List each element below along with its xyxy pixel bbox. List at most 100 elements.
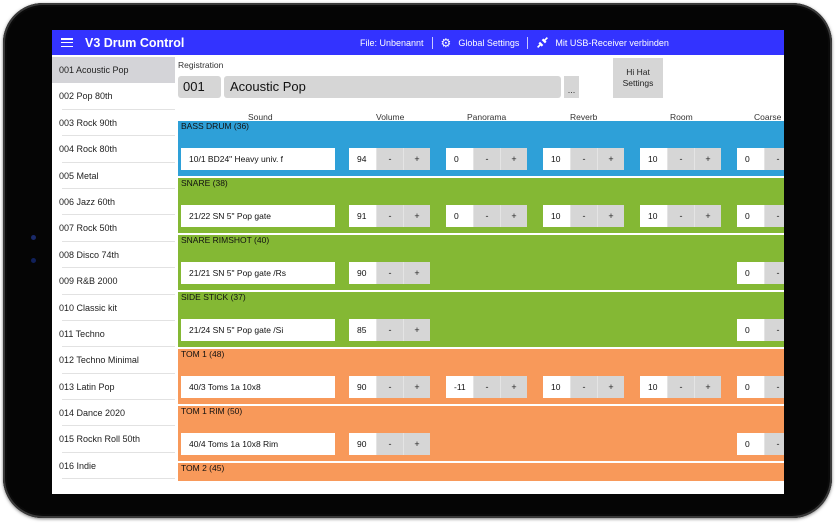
coarse-decrement-button[interactable]: - — [764, 376, 784, 398]
panorama-decrement-button[interactable]: - — [473, 205, 500, 227]
coarse-decrement-button[interactable]: - — [764, 319, 784, 341]
reverb-increment-button[interactable]: + — [597, 376, 624, 398]
volume-value-field[interactable]: 94 — [349, 148, 376, 170]
preset-item[interactable]: 011 Techno — [52, 321, 175, 348]
volume-decrement-button[interactable]: - — [376, 319, 403, 341]
volume-decrement-button[interactable]: - — [376, 205, 403, 227]
panorama-increment-button[interactable]: + — [500, 205, 527, 227]
reverb-value-field[interactable]: 10 — [543, 148, 570, 170]
volume-decrement-button[interactable]: - — [376, 262, 403, 284]
instrument-label: SIDE STICK (37) — [181, 292, 246, 302]
hamburger-menu-icon[interactable] — [61, 38, 73, 47]
volume-increment-button[interactable]: + — [403, 148, 430, 170]
instrument-row: SIDE STICK (37) 21/24 SN 5" Pop gate /Si 8… — [178, 292, 784, 347]
volume-value-field[interactable]: 90 — [349, 433, 376, 455]
preset-item[interactable]: 014 Dance 2020 — [52, 400, 175, 427]
reverb-increment-button[interactable]: + — [597, 148, 624, 170]
more-button[interactable]: ... — [564, 76, 579, 98]
sound-field[interactable]: 21/22 SN 5" Pop gate — [181, 205, 335, 227]
coarse-value-field[interactable]: 0 — [737, 319, 764, 341]
volume-increment-button[interactable]: + — [403, 205, 430, 227]
instrument-row: BASS DRUM (36) 10/1 BD24" Heavy univ. f 94… — [178, 121, 784, 176]
volume-increment-button[interactable]: + — [403, 319, 430, 341]
coarse-decrement-button[interactable]: - — [764, 433, 784, 455]
preset-item[interactable]: 005 Metal — [52, 163, 175, 190]
sound-field[interactable]: 40/4 Toms 1a 10x8 Rim — [181, 433, 335, 455]
volume-increment-button[interactable]: + — [403, 433, 430, 455]
volume-value-field[interactable]: 90 — [349, 376, 376, 398]
sound-field[interactable]: 21/24 SN 5" Pop gate /Si — [181, 319, 335, 341]
volume-increment-button[interactable]: + — [403, 262, 430, 284]
coarse-decrement-button[interactable]: - — [764, 148, 784, 170]
preset-item[interactable]: 013 Latin Pop — [52, 374, 175, 401]
panorama-value-field[interactable]: -11 — [446, 376, 473, 398]
volume-increment-button[interactable]: + — [403, 376, 430, 398]
volume-stepper: 85- + — [349, 319, 430, 341]
global-settings-button[interactable]: ⚙ Global Settings — [441, 36, 520, 50]
preset-item[interactable]: 015 Rockn Roll 50th — [52, 426, 175, 454]
panorama-value-field[interactable]: 0 — [446, 205, 473, 227]
preset-item[interactable]: 016 Indie — [52, 453, 175, 480]
reverb-decrement-button[interactable]: - — [570, 148, 597, 170]
preset-item[interactable]: 006 Jazz 60th — [52, 189, 175, 216]
reverb-decrement-button[interactable]: - — [570, 376, 597, 398]
usb-connect-button[interactable]: Mit USB-Receiver verbinden — [536, 36, 669, 49]
room-increment-button[interactable]: + — [694, 376, 721, 398]
room-stepper: 10- + — [640, 376, 721, 398]
volume-decrement-button[interactable]: - — [376, 376, 403, 398]
sound-field[interactable]: 21/21 SN 5" Pop gate /Rs — [181, 262, 335, 284]
preset-item[interactable]: 003 Rock 90th — [52, 110, 175, 137]
room-value-field[interactable]: 10 — [640, 376, 667, 398]
coarse-decrement-button[interactable]: - — [764, 205, 784, 227]
reverb-decrement-button[interactable]: - — [570, 205, 597, 227]
coarse-decrement-button[interactable]: - — [764, 262, 784, 284]
instrument-label: TOM 1 (48) — [181, 349, 225, 359]
panorama-decrement-button[interactable]: - — [473, 376, 500, 398]
volume-value-field[interactable]: 91 — [349, 205, 376, 227]
panorama-increment-button[interactable]: + — [500, 148, 527, 170]
volume-value-field[interactable]: 90 — [349, 262, 376, 284]
instrument-row: SNARE RIMSHOT (40) 21/21 SN 5" Pop gate /… — [178, 235, 784, 290]
app-title: V3 Drum Control — [85, 35, 185, 50]
reverb-value-field[interactable]: 10 — [543, 376, 570, 398]
preset-item[interactable]: 004 Rock 80th — [52, 136, 175, 163]
coarse-value-field[interactable]: 0 — [737, 262, 764, 284]
room-increment-button[interactable]: + — [694, 148, 721, 170]
room-stepper: 10- + — [640, 205, 721, 227]
room-value-field[interactable]: 10 — [640, 205, 667, 227]
coarse-value-field[interactable]: 0 — [737, 376, 764, 398]
sound-field[interactable]: 10/1 BD24" Heavy univ. f — [181, 148, 335, 170]
volume-stepper: 90- + — [349, 376, 430, 398]
reverb-value-field[interactable]: 10 — [543, 205, 570, 227]
main-panel: Registration 001 Acoustic Pop ... Hi Hat… — [178, 57, 784, 494]
instrument-label: TOM 2 (45) — [181, 463, 225, 473]
panorama-value-field[interactable]: 0 — [446, 148, 473, 170]
preset-item[interactable]: 002 Pop 80th — [52, 83, 175, 111]
room-decrement-button[interactable]: - — [667, 376, 694, 398]
preset-item[interactable]: 012 Techno Minimal — [52, 347, 175, 375]
room-decrement-button[interactable]: - — [667, 148, 694, 170]
room-value-field[interactable]: 10 — [640, 148, 667, 170]
room-decrement-button[interactable]: - — [667, 205, 694, 227]
coarse-value-field[interactable]: 0 — [737, 205, 764, 227]
registration-number-field[interactable]: 001 — [178, 76, 221, 98]
preset-item[interactable]: 009 R&B 2000 — [52, 268, 175, 295]
registration-name-field[interactable]: Acoustic Pop — [224, 76, 561, 98]
room-increment-button[interactable]: + — [694, 205, 721, 227]
preset-item[interactable]: 001 Acoustic Pop — [52, 57, 175, 84]
coarse-stepper: 0-+ — [737, 433, 784, 455]
volume-decrement-button[interactable]: - — [376, 433, 403, 455]
preset-item[interactable]: 007 Rock 50th — [52, 215, 175, 243]
hihat-settings-button[interactable]: Hi Hat Settings — [613, 58, 663, 98]
panorama-decrement-button[interactable]: - — [473, 148, 500, 170]
volume-value-field[interactable]: 85 — [349, 319, 376, 341]
coarse-value-field[interactable]: 0 — [737, 433, 764, 455]
reverb-increment-button[interactable]: + — [597, 205, 624, 227]
preset-item[interactable]: 010 Classic kit — [52, 295, 175, 322]
preset-item[interactable]: 008 Disco 74th — [52, 242, 175, 269]
sound-field[interactable]: 40/3 Toms 1a 10x8 — [181, 376, 335, 398]
divider — [431, 36, 433, 49]
coarse-value-field[interactable]: 0 — [737, 148, 764, 170]
volume-decrement-button[interactable]: - — [376, 148, 403, 170]
panorama-increment-button[interactable]: + — [500, 376, 527, 398]
